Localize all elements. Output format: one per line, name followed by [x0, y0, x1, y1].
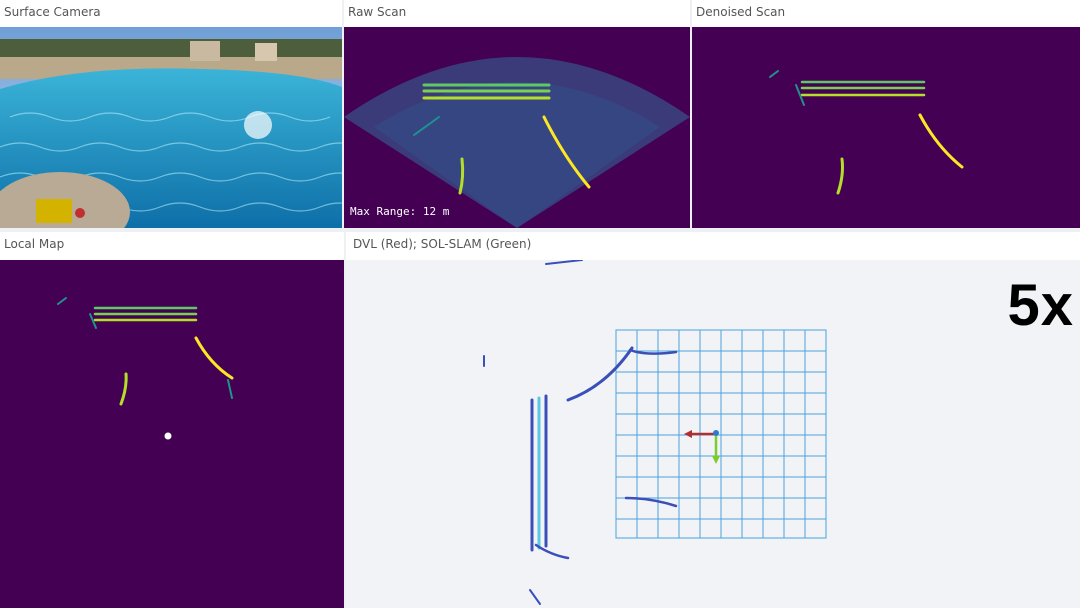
panel-title: Denoised Scan [696, 5, 786, 19]
denoised-scan-panel: Denoised Scan [692, 0, 1080, 228]
raw-scan-panel: Raw Scan Max Range: 12 m [344, 0, 690, 228]
playback-speed-label: 5x [1007, 273, 1074, 338]
local-map-panel: Local Map [0, 232, 344, 608]
denoised-scan-view [692, 27, 1080, 228]
panel-title: DVL (Red); SOL-SLAM (Green) [353, 237, 532, 251]
max-range-label: Max Range: 12 m [350, 205, 450, 218]
surface-camera-panel: Surface Camera [0, 0, 342, 228]
trajectory-view [346, 260, 1080, 608]
vehicle-marker-icon [164, 432, 172, 440]
trajectory-panel: DVL (Red); SOL-SLAM (Green) 5x [346, 232, 1080, 608]
local-map-view [0, 260, 344, 608]
panel-title: Local Map [4, 237, 65, 251]
surface-camera-view [0, 27, 342, 228]
panel-title: Raw Scan [348, 5, 407, 19]
raw-scan-view: Max Range: 12 m [344, 27, 690, 228]
panel-title: Surface Camera [4, 5, 101, 19]
